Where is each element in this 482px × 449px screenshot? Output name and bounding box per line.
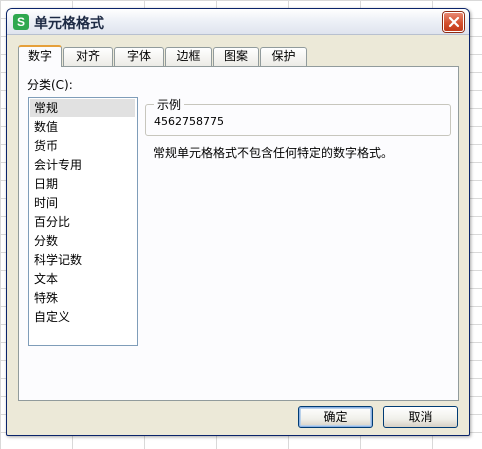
format-cells-dialog: S 单元格格式 数字 对齐 字体 边框 图案 保护 分类(C): 常规 数值 货… [6, 8, 470, 436]
list-item[interactable]: 特殊 [30, 289, 135, 307]
list-item[interactable]: 分数 [30, 232, 135, 250]
tab-alignment[interactable]: 对齐 [63, 47, 113, 66]
category-label: 分类(C): [27, 78, 73, 92]
list-item[interactable]: 时间 [30, 194, 135, 212]
sample-group: 示例 4562758775 [145, 96, 451, 136]
dialog-titlebar[interactable]: S 单元格格式 [7, 9, 469, 35]
app-icon: S [13, 14, 29, 30]
list-item[interactable]: 日期 [30, 175, 135, 193]
tab-protection[interactable]: 保护 [260, 47, 307, 66]
list-item[interactable]: 会计专用 [30, 156, 135, 174]
close-icon [448, 16, 460, 28]
tab-number[interactable]: 数字 [18, 45, 62, 67]
ok-button[interactable]: 确定 [298, 406, 373, 428]
close-button[interactable] [443, 12, 464, 32]
list-item[interactable]: 常规 [30, 99, 135, 117]
sample-legend: 示例 [154, 96, 185, 113]
tab-pattern[interactable]: 图案 [213, 47, 259, 66]
format-description: 常规单元格格式不包含任何特定的数字格式。 [153, 146, 394, 160]
category-listbox[interactable]: 常规 数值 货币 会计专用 日期 时间 百分比 分数 科学记数 文本 特殊 自定… [28, 97, 138, 346]
list-item[interactable]: 文本 [30, 270, 135, 288]
list-item[interactable]: 科学记数 [30, 251, 135, 269]
number-tab-panel: 分类(C): 常规 数值 货币 会计专用 日期 时间 百分比 分数 科学记数 文… [18, 66, 459, 401]
sample-value: 4562758775 [154, 115, 224, 128]
list-item[interactable]: 数值 [30, 118, 135, 136]
list-item[interactable]: 自定义 [30, 308, 135, 326]
cancel-button[interactable]: 取消 [383, 406, 458, 428]
dialog-title: 单元格格式 [34, 16, 104, 32]
list-item[interactable]: 百分比 [30, 213, 135, 231]
tab-border[interactable]: 边框 [165, 47, 212, 66]
list-item[interactable]: 货币 [30, 137, 135, 155]
tab-font[interactable]: 字体 [114, 47, 164, 66]
